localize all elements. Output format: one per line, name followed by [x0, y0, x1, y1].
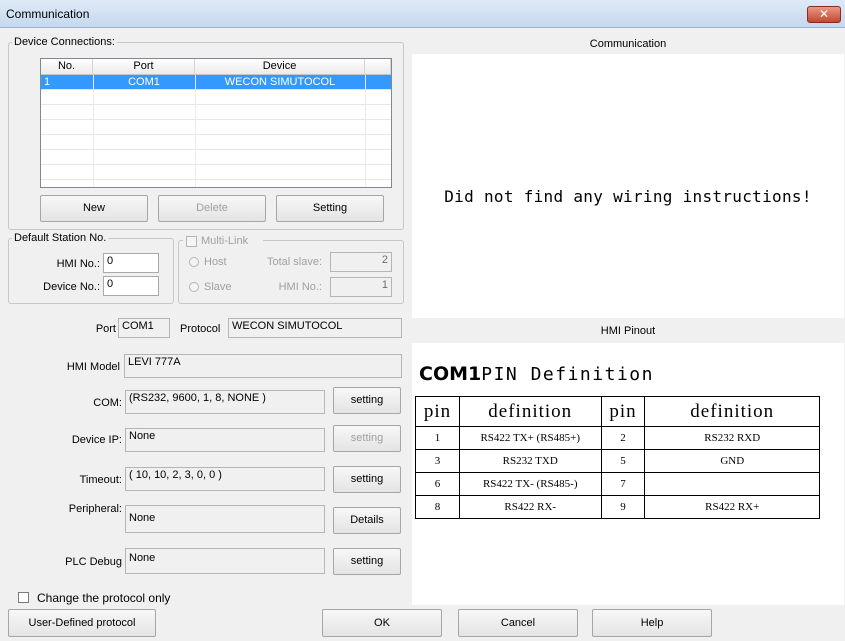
help-button[interactable]: Help: [592, 609, 712, 637]
timeout-field: ( 10, 10, 2, 3, 0, 0 ): [125, 467, 325, 491]
device-connections-label: Device Connections:: [14, 36, 115, 48]
com-field: (RS232, 9600, 1, 8, NONE ): [125, 390, 325, 414]
multilink-checkbox[interactable]: [186, 236, 197, 247]
com-label: COM:: [93, 397, 122, 409]
com-setting-button[interactable]: setting: [333, 387, 401, 414]
host-label: Host: [204, 256, 227, 268]
protocol-label: Protocol: [180, 323, 221, 335]
plc-debug-field: None: [125, 548, 325, 574]
pin-cell: RS422 TX- (RS485-): [458, 472, 602, 496]
row-port: COM1: [128, 76, 160, 88]
pin-table: pin definition pin definition 1 RS422 TX…: [415, 396, 820, 519]
hmi-pinout-title: HMI Pinout: [600, 325, 656, 337]
title-bar: Communication: [0, 0, 845, 28]
pin-header-cell: pin: [600, 396, 646, 427]
device-ip-label: Device IP:: [71, 434, 122, 446]
column-header-blank: [365, 59, 391, 75]
pin-cell: GND: [644, 449, 820, 473]
pin-cell: 6: [415, 472, 460, 496]
pin-cell: RS422 TX+ (RS485+): [458, 426, 602, 450]
pin-definition-heading: COM1PIN Definition: [419, 363, 654, 385]
timeout-label: Timeout:: [79, 474, 122, 486]
ok-button[interactable]: OK: [322, 609, 442, 637]
slave-radio[interactable]: [189, 282, 199, 292]
column-header-port[interactable]: Port: [93, 59, 195, 75]
user-defined-protocol-button[interactable]: User-Defined protocol: [8, 609, 156, 637]
pin-header-cell: definition: [458, 396, 602, 427]
peripheral-label: Peripheral:: [68, 503, 122, 515]
table-row: 1 RS422 TX+ (RS485+) 2 RS232 RXD: [415, 426, 820, 450]
pin-cell: 3: [415, 449, 460, 473]
pin-cell: RS232 RXD: [644, 426, 820, 450]
new-button[interactable]: New: [40, 195, 148, 222]
multilink-label: Multi-Link: [201, 235, 249, 247]
pin-header-cell: pin: [415, 396, 460, 427]
device-ip-setting-button[interactable]: setting: [333, 425, 401, 452]
pin-header-cell: definition: [644, 396, 820, 427]
slave-label: Slave: [204, 281, 232, 293]
setting-button[interactable]: Setting: [276, 195, 384, 222]
pin-cell: 8: [415, 495, 460, 519]
table-row: 3 RS232 TXD 5 GND: [415, 449, 820, 473]
wiring-message: Did not find any wiring instructions!: [444, 187, 812, 206]
pin-cell: RS422 RX-: [458, 495, 602, 519]
table-row: 8 RS422 RX- 9 RS422 RX+: [415, 495, 820, 519]
column-divider: [93, 75, 94, 187]
change-protocol-label: Change the protocol only: [37, 591, 171, 605]
plc-debug-label: PLC Debug: [65, 556, 122, 568]
pin-heading-text: PIN Definition: [481, 364, 654, 385]
cancel-button[interactable]: Cancel: [458, 609, 578, 637]
host-radio[interactable]: [189, 257, 199, 267]
device-no-label: Device No.:: [43, 281, 100, 293]
multilink-legend: Multi-Link: [183, 234, 263, 248]
plc-debug-setting-button[interactable]: setting: [333, 548, 401, 575]
pin-cell: RS422 RX+: [644, 495, 820, 519]
hmi-pinout-panel: COM1PIN Definition pin definition pin de…: [412, 343, 844, 605]
communication-panel-title: Communication: [589, 38, 667, 50]
port-field: COM1: [118, 318, 170, 338]
pin-cell: 5: [600, 449, 646, 473]
column-header-device[interactable]: Device: [195, 59, 365, 75]
pin-table-header: pin definition pin definition: [415, 396, 820, 427]
close-icon: ✕: [818, 7, 830, 21]
column-header-no[interactable]: No.: [41, 59, 93, 75]
device-no-input[interactable]: 0: [103, 276, 159, 296]
pin-heading-port: COM1: [419, 363, 482, 385]
device-list[interactable]: No. Port Device 1 COM1 WECON SIMUTOCOL: [40, 58, 392, 188]
pin-cell: 1: [415, 426, 460, 450]
communication-panel: Did not find any wiring instructions!: [412, 54, 844, 318]
multilink-hmi-no-label: HMI No.:: [278, 281, 322, 293]
row-device: WECON SIMUTOCOL: [224, 76, 336, 88]
pin-cell: 7: [600, 472, 646, 496]
pin-cell: 2: [600, 426, 646, 450]
timeout-setting-button[interactable]: setting: [333, 466, 401, 493]
total-slave-input[interactable]: 2: [330, 252, 392, 272]
multilink-hmi-no-input[interactable]: 1: [330, 277, 392, 297]
peripheral-field: None: [125, 505, 325, 533]
table-row: 6 RS422 TX- (RS485-) 7: [415, 472, 820, 496]
hmi-no-label: HMI No.:: [56, 258, 100, 270]
total-slave-label: Total slave:: [266, 256, 322, 268]
device-ip-field: None: [125, 428, 325, 452]
delete-button[interactable]: Delete: [158, 195, 266, 222]
column-divider: [365, 75, 366, 187]
pin-cell: [644, 472, 820, 496]
hmi-no-input[interactable]: 0: [103, 253, 159, 273]
close-button[interactable]: ✕: [807, 6, 841, 23]
row-no: 1: [44, 76, 51, 88]
hmi-model-field: LEVI 777A: [124, 354, 402, 378]
window-title: Communication: [6, 7, 90, 21]
pin-cell: RS232 TXD: [458, 449, 602, 473]
peripheral-details-button[interactable]: Details: [333, 507, 401, 534]
change-protocol-checkbox[interactable]: [18, 592, 29, 603]
pin-cell: 9: [600, 495, 646, 519]
port-label: Port: [95, 323, 116, 335]
protocol-field: WECON SIMUTOCOL: [228, 318, 402, 338]
column-divider: [195, 75, 196, 187]
default-station-label: Default Station No.: [14, 232, 107, 244]
hmi-model-label: HMI Model: [66, 361, 120, 373]
